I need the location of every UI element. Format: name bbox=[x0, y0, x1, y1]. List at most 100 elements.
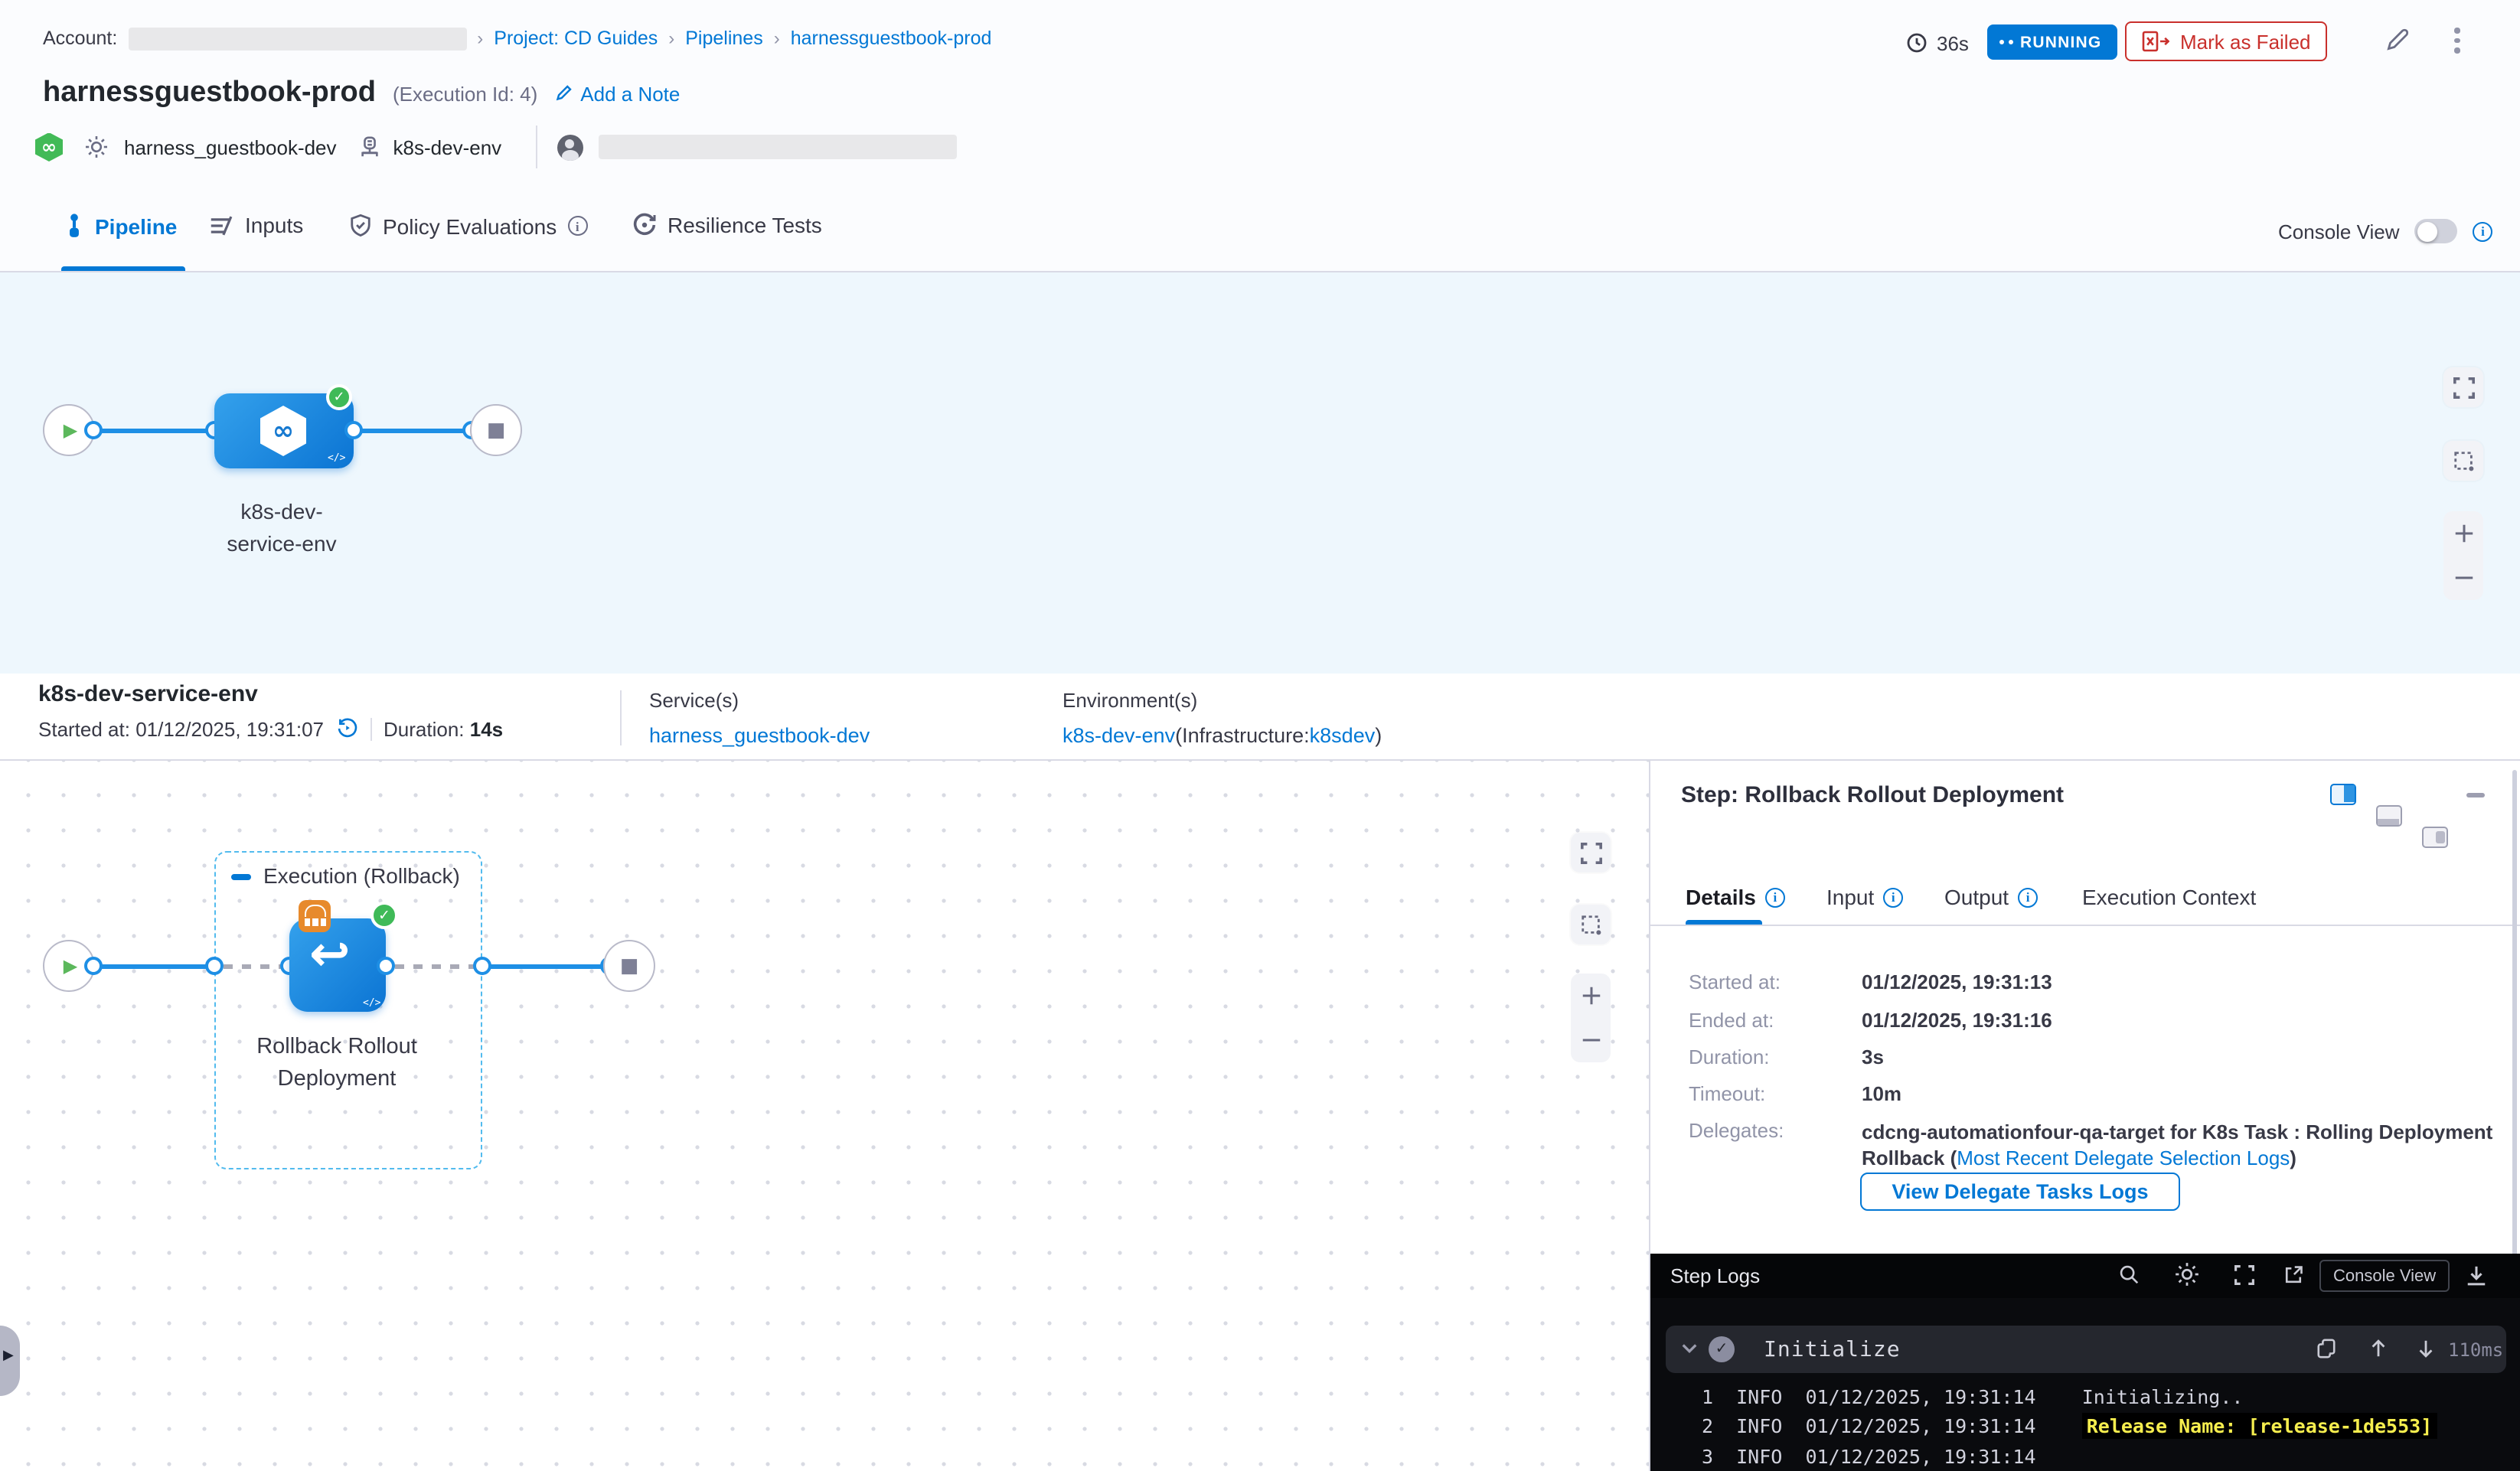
service-link[interactable]: harness_guestbook-dev bbox=[649, 724, 870, 747]
running-spinner-icon bbox=[1999, 40, 2012, 44]
rollout-deployment-badge-icon bbox=[299, 900, 331, 932]
layout-bottom-panel-icon[interactable] bbox=[2376, 805, 2402, 827]
connector-port bbox=[205, 957, 224, 975]
log-section-initialize[interactable]: Initialize 110ms bbox=[1666, 1326, 2506, 1373]
details-info-icon[interactable] bbox=[1765, 887, 1785, 907]
breadcrumb-project-link[interactable]: Project: CD Guides bbox=[494, 28, 658, 49]
started-label: Started at: bbox=[1689, 970, 1781, 993]
connector-port bbox=[84, 421, 103, 439]
minimize-panel-icon[interactable] bbox=[2466, 793, 2485, 797]
dashed-connector bbox=[224, 964, 283, 968]
console-view-button[interactable]: Console View bbox=[2319, 1260, 2450, 1292]
breadcrumb-current-pipeline[interactable]: harnessguestbook-prod bbox=[791, 28, 992, 49]
active-tab-underline bbox=[1686, 920, 1762, 925]
infrastructure-link[interactable]: k8sdev bbox=[1310, 724, 1376, 747]
log-level: INFO bbox=[1736, 1445, 1782, 1468]
duration-label: Duration: bbox=[384, 717, 465, 740]
timeout-value: 10m bbox=[1862, 1082, 1901, 1105]
marquee-select-button[interactable] bbox=[2443, 441, 2483, 481]
console-view-control: Console View bbox=[2278, 213, 2493, 250]
tab-inputs[interactable]: Inputs bbox=[208, 213, 303, 237]
add-note-link[interactable]: Add a Note bbox=[554, 82, 680, 105]
status-badge: RUNNING bbox=[1987, 24, 2117, 60]
breadcrumb-separator: › bbox=[668, 28, 674, 49]
more-options-icon[interactable] bbox=[2454, 28, 2460, 53]
dashed-connector bbox=[395, 964, 476, 968]
layout-right-panel-icon[interactable] bbox=[2330, 784, 2356, 805]
console-view-toggle[interactable] bbox=[2415, 219, 2458, 243]
zoom-in-button[interactable] bbox=[2452, 522, 2475, 545]
zoom-out-button[interactable] bbox=[1579, 1029, 1602, 1052]
started-value: 01/12/2025, 19:31:07 bbox=[135, 717, 324, 740]
breadcrumb-separator: › bbox=[477, 28, 483, 49]
step-node-rollback-rollout-deployment[interactable]: </> bbox=[289, 918, 386, 1012]
stop-icon bbox=[620, 952, 639, 980]
search-logs-icon[interactable] bbox=[2117, 1263, 2140, 1286]
expand-left-panel-handle[interactable] bbox=[0, 1326, 20, 1396]
stage-code-icon: </> bbox=[328, 452, 346, 464]
log-line: 2 INFO 01/12/2025, 19:31:14 Release Name… bbox=[1692, 1414, 2437, 1437]
stage-success-badge bbox=[326, 384, 352, 410]
fit-to-screen-button[interactable] bbox=[1571, 833, 1611, 872]
fit-to-screen-button[interactable] bbox=[2443, 367, 2483, 407]
pipeline-end-node[interactable] bbox=[470, 404, 522, 456]
environments-column: Environment(s) k8s-dev-env(Infrastructur… bbox=[1063, 689, 1382, 747]
log-level: INFO bbox=[1736, 1414, 1782, 1437]
console-view-info-icon[interactable] bbox=[2473, 221, 2493, 241]
zoom-controls bbox=[1571, 974, 1611, 1062]
tab-execution-context[interactable]: Execution Context bbox=[2082, 885, 2256, 909]
log-section-duration: 110ms bbox=[2448, 1339, 2503, 1361]
environments-label: Environment(s) bbox=[1063, 689, 1382, 712]
inputs-icon bbox=[208, 214, 234, 236]
cd-stage-icon bbox=[260, 406, 306, 456]
tab-details[interactable]: Details bbox=[1686, 885, 1785, 909]
tab-output[interactable]: Output bbox=[1944, 885, 2038, 909]
log-settings-gear-icon[interactable] bbox=[2174, 1261, 2200, 1287]
tab-input[interactable]: Input bbox=[1826, 885, 1903, 909]
connector-port bbox=[377, 957, 395, 975]
step-label[interactable]: Rollback Rollout Deployment bbox=[230, 1032, 444, 1096]
connector-line bbox=[354, 428, 472, 432]
view-delegate-tasks-logs-button[interactable]: View Delegate Tasks Logs bbox=[1860, 1173, 2180, 1211]
log-line-number: 3 bbox=[1692, 1445, 1713, 1468]
services-column: Service(s) harness_guestbook-dev bbox=[649, 689, 870, 750]
tab-pipeline[interactable]: Pipeline bbox=[64, 213, 177, 239]
started-value: 01/12/2025, 19:31:13 bbox=[1862, 970, 2052, 993]
tab-resilience-tests[interactable]: Resilience Tests bbox=[632, 213, 822, 237]
copy-logs-icon[interactable] bbox=[2316, 1338, 2336, 1359]
chevron-down-icon[interactable] bbox=[1681, 1342, 1698, 1355]
pipeline-icon bbox=[64, 213, 84, 239]
services-label: Service(s) bbox=[649, 689, 870, 712]
note-pencil-icon bbox=[554, 84, 573, 103]
step-code-icon: </> bbox=[363, 996, 381, 1009]
execution-graph-canvas[interactable]: Execution (Rollback) </> Rollback Rollou… bbox=[0, 761, 1649, 1471]
open-logs-external-icon[interactable] bbox=[2283, 1264, 2304, 1286]
zoom-controls bbox=[2443, 511, 2483, 600]
input-info-icon[interactable] bbox=[1883, 887, 1903, 907]
zoom-out-button[interactable] bbox=[2452, 566, 2475, 589]
title-row: harnessguestbook-prod (Execution Id: 4) … bbox=[43, 75, 680, 112]
layout-floating-panel-icon[interactable] bbox=[2422, 827, 2448, 848]
delegate-selection-logs-link[interactable]: Most Recent Delegate Selection Logs bbox=[1957, 1146, 2290, 1169]
scroll-down-icon[interactable] bbox=[2416, 1338, 2436, 1359]
scroll-up-icon[interactable] bbox=[2368, 1338, 2388, 1359]
tab-policy-evaluations[interactable]: Policy Evaluations bbox=[349, 213, 587, 239]
policy-info-icon[interactable] bbox=[567, 216, 587, 236]
mark-as-failed-button[interactable]: Mark as Failed bbox=[2125, 21, 2328, 61]
replay-icon[interactable] bbox=[336, 718, 357, 739]
marquee-select-button[interactable] bbox=[1571, 905, 1611, 944]
edit-pipeline-icon[interactable] bbox=[2384, 28, 2410, 54]
output-info-icon[interactable] bbox=[2018, 887, 2038, 907]
environment-link[interactable]: k8s-dev-env bbox=[1063, 724, 1175, 747]
stage-graph-canvas[interactable]: </> k8s-dev- service-env bbox=[0, 272, 2520, 674]
download-logs-icon[interactable] bbox=[2465, 1264, 2488, 1287]
stage-label[interactable]: k8s-dev- service-env bbox=[190, 496, 374, 560]
fullscreen-logs-icon[interactable] bbox=[2234, 1264, 2255, 1286]
log-line-number: 2 bbox=[1692, 1414, 1713, 1437]
breadcrumb-pipelines-link[interactable]: Pipelines bbox=[685, 28, 762, 49]
execution-end-node[interactable] bbox=[603, 940, 655, 992]
log-timestamp: 01/12/2025, 19:31:14 bbox=[1805, 1385, 2035, 1408]
connector-port bbox=[84, 957, 103, 975]
zoom-in-button[interactable] bbox=[1579, 984, 1602, 1007]
collapse-group-icon[interactable] bbox=[231, 874, 251, 879]
